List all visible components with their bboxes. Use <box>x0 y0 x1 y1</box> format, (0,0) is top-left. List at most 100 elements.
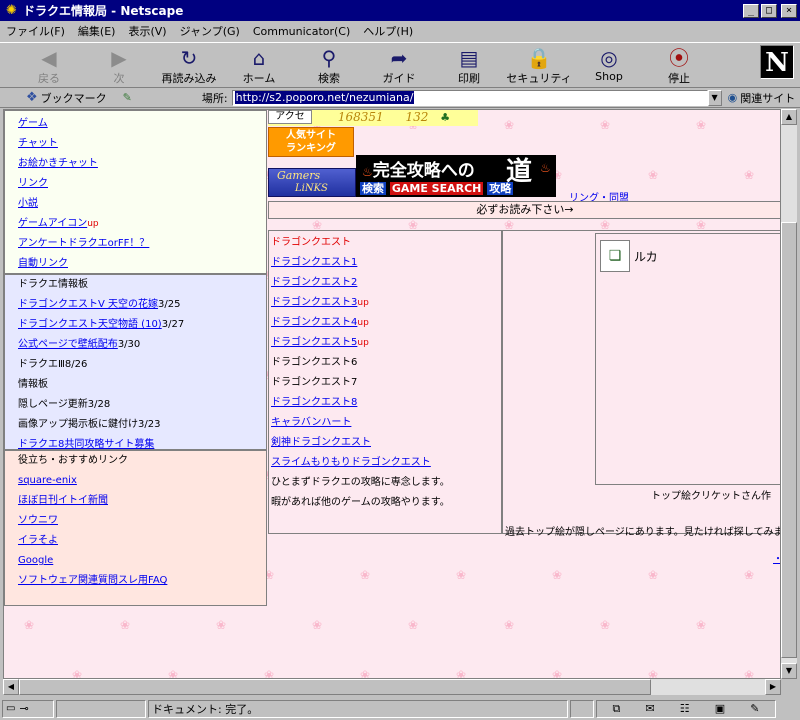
ranking-banner[interactable]: 人気サイト ランキング <box>268 127 354 157</box>
scroll-up-button[interactable]: ▲ <box>781 109 797 125</box>
must-read-bar[interactable]: 必ずお読み下さい→ <box>268 201 780 219</box>
nav-main-link[interactable]: リンク <box>18 178 48 189</box>
nav-links-link[interactable]: イラそよ <box>18 535 58 546</box>
minimize-button[interactable]: _ <box>743 3 759 18</box>
netscape-logo[interactable]: N <box>760 45 794 79</box>
nav-main-link[interactable]: 自動リンク <box>18 258 68 269</box>
menu-go[interactable]: ジャンプ(G) <box>180 23 240 39</box>
menu-communicator[interactable]: Communicator(C) <box>253 25 350 38</box>
top-art-panel: ❏ ルカ トップ絵クリケットさん作 過去トップ絵が隠しページにあります。見たけれ… <box>502 230 780 538</box>
menu-help[interactable]: ヘルプ(H) <box>363 23 413 39</box>
nav-main-link[interactable]: 小説 <box>18 198 38 209</box>
nav-info-text[interactable]: ドラゴンクエスト天空物語 (10) <box>18 319 162 330</box>
bookmarks-button[interactable]: ❖ ブックマーク <box>26 90 107 106</box>
location-input[interactable]: http://s2.poporo.net/nezumiana/ <box>231 89 708 106</box>
navigator-icon[interactable]: ⧉ <box>613 702 621 716</box>
nav-info-panel: ドラクエ情報板 ドラゴンクエストV 天空の花嫁3/25 ドラゴンクエスト天空物語 … <box>4 274 267 450</box>
nav-main-link[interactable]: ゲーム <box>18 118 48 129</box>
gamers-links-banner[interactable]: Gamers LiNKS <box>268 168 356 197</box>
dq-list-text[interactable]: ドラゴンクエスト3 <box>271 297 357 308</box>
security-icon: 🔒 <box>526 46 552 70</box>
nav-info-item: 公式ページで壁紙配布3/30 <box>5 335 266 355</box>
location-dropdown-button[interactable]: ▼ <box>707 89 722 106</box>
title-bar: ✺ ドラクエ情報局 - Netscape _ □ × <box>0 0 800 21</box>
scroll-left-button[interactable]: ◀ <box>3 679 19 695</box>
maximize-button[interactable]: □ <box>761 3 777 18</box>
toolbar-button-back[interactable]: ◀ 戻る <box>14 43 84 87</box>
toolbar-button-security[interactable]: 🔒 セキュリティ <box>504 43 574 87</box>
nav-links-link[interactable]: ほぼ日刊イトイ新聞 <box>18 495 108 506</box>
newsgroups-icon[interactable]: ☷ <box>680 702 690 715</box>
sakura-petal: ❀ <box>600 118 611 132</box>
dq-list-text[interactable]: キャラバンハート <box>271 417 351 428</box>
composer-icon[interactable]: ✎ <box>750 702 759 715</box>
nav-main-link[interactable]: お絵かきチャット <box>18 158 98 169</box>
toolbar-button-search[interactable]: ⚲ 検索 <box>294 43 364 87</box>
sakura-petal: ❀ <box>552 668 563 679</box>
kanzen-banner-title: 完全攻略への <box>372 161 475 181</box>
horizontal-scroll-thumb[interactable] <box>19 679 651 695</box>
dq-list-text[interactable]: スライムもりもりドラゴンクエスト <box>271 457 431 468</box>
horizontal-scrollbar[interactable]: ◀ ▶ <box>3 679 781 695</box>
edge-link[interactable]: ・ <box>773 550 780 565</box>
nav-links-item: ほぼ日刊イトイ新聞 <box>5 491 266 511</box>
nav-info-text[interactable]: 公式ページで壁紙配布 <box>18 339 118 350</box>
up-badge: up <box>357 298 369 308</box>
sakura-petal: ❀ <box>600 618 611 632</box>
top-art-name: ルカ <box>634 250 658 264</box>
sakura-petal: ❀ <box>696 118 707 132</box>
dq-list-text[interactable]: ドラゴンクエスト8 <box>271 397 357 408</box>
dq-list-text[interactable]: 剣神ドラゴンクエスト <box>271 437 371 448</box>
flame-icon: ♨ <box>362 165 373 179</box>
back-icon: ◀ <box>41 46 57 70</box>
sakura-petal: ❀ <box>504 618 515 632</box>
scroll-down-button[interactable]: ▼ <box>781 663 797 679</box>
page-proxy-icon[interactable]: ✎ <box>123 91 132 104</box>
netscape-app-icon[interactable]: ✺ <box>4 3 19 18</box>
nav-info-text[interactable]: ドラクエ8共同攻略サイト募集 <box>18 439 154 450</box>
kanzen-kouryaku-banner[interactable]: ♨完全攻略への 道 ♨ 検索 GAME SEARCH 攻略 <box>356 155 556 197</box>
vertical-scrollbar[interactable]: ▲ ▼ <box>781 109 797 679</box>
toolbar-button-print[interactable]: ▤ 印刷 <box>434 43 504 87</box>
toolbar-button-shop[interactable]: ◎ Shop <box>574 43 644 87</box>
nav-info-item: ドラクエⅢ8/26 <box>5 355 266 375</box>
nav-links-link[interactable]: ソウニワ <box>18 515 58 526</box>
dq-list-text[interactable]: ドラゴンクエスト2 <box>271 277 357 288</box>
nav-info-text: 隠しページ更新3/28 <box>18 399 111 410</box>
sakura-petal: ❀ <box>696 618 707 632</box>
close-button[interactable]: × <box>781 3 797 18</box>
nav-links-link[interactable]: square-enix <box>18 475 77 486</box>
nav-main-link[interactable]: チャット <box>18 138 58 149</box>
dq-list-item: ドラゴンクエスト1 <box>269 253 501 273</box>
nav-main-link[interactable]: アンケートドラクエorFF！？ <box>18 238 149 249</box>
dq-list-item: ドラゴンクエスト4up <box>269 313 501 333</box>
dq-list-text[interactable]: ドラゴンクエスト <box>271 237 351 248</box>
menu-view[interactable]: 表示(V) <box>128 23 166 39</box>
toolbar-label: セキュリティ <box>506 72 572 85</box>
menu-file[interactable]: ファイル(F) <box>6 23 65 39</box>
menu-edit[interactable]: 編集(E) <box>78 23 116 39</box>
toolbar-label: 次 <box>113 72 125 85</box>
nav-main-link[interactable]: ゲームアイコン <box>18 218 87 229</box>
scroll-right-button[interactable]: ▶ <box>765 679 781 695</box>
toolbar-label: Shop <box>595 70 623 83</box>
dq-list-text[interactable]: ドラゴンクエスト4 <box>271 317 357 328</box>
nav-links-link[interactable]: ソフトウェア関連質問スレ用FAQ <box>18 575 167 586</box>
nav-info-text[interactable]: ドラゴンクエストV 天空の花嫁 <box>18 299 158 310</box>
toolbar-button-forward[interactable]: ▶ 次 <box>84 43 154 87</box>
kanzen-banner-kouryaku: 攻略 <box>487 182 514 195</box>
sakura-petal: ❀ <box>744 568 755 582</box>
mail-icon[interactable]: ✉ <box>645 702 654 715</box>
toolbar-button-reload[interactable]: ↻ 再読み込み <box>154 43 224 87</box>
related-sites-button[interactable]: ◉ 関連サイト <box>728 90 796 106</box>
nav-main-item: お絵かきチャット <box>5 154 266 174</box>
dq-list-text[interactable]: ドラゴンクエスト1 <box>271 257 357 268</box>
address-book-icon[interactable]: ▣ <box>715 702 725 715</box>
vertical-scroll-thumb[interactable] <box>781 222 797 658</box>
dq-list-text[interactable]: ドラゴンクエスト5 <box>271 337 357 348</box>
toolbar-button-guide[interactable]: ➦ ガイド <box>364 43 434 87</box>
related-sites-icon: ◉ <box>727 91 738 104</box>
toolbar-button-home[interactable]: ⌂ ホーム <box>224 43 294 87</box>
toolbar-button-stop[interactable]: ⦿ 停止 <box>644 43 714 87</box>
nav-links-link[interactable]: Google <box>18 555 53 566</box>
